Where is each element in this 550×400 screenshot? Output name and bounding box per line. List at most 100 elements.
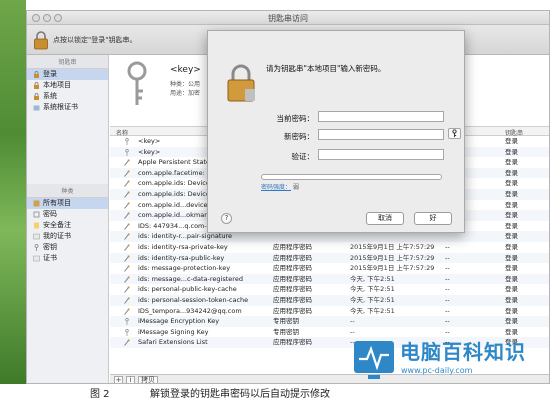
all-items-icon <box>33 200 40 207</box>
strength-label[interactable]: 密码强度： <box>261 184 291 191</box>
item-keychain-cell: 登录 <box>505 285 518 294</box>
new-password-label: 新密码： <box>284 132 314 141</box>
item-expires-cell: -- <box>445 285 450 294</box>
item-date-cell: 今天, 下午2:51 <box>350 285 395 294</box>
keychain-icon <box>34 93 39 100</box>
item-expires-cell: -- <box>445 317 450 326</box>
item-name-cell: iMessage Signing Key <box>138 327 209 336</box>
item-date-cell: 2015年9月1日 上午7:57:29 <box>350 242 435 251</box>
sidebar-item-keys[interactable]: 密钥 <box>27 242 108 253</box>
item-name-cell: ids: personal-public-key-cache <box>138 285 237 294</box>
ok-button[interactable]: 好 <box>414 212 452 225</box>
sidebar-item-label: 所有项目 <box>43 199 71 207</box>
sidebar-item-all-items[interactable]: 所有项目 <box>27 198 108 209</box>
password-strength-meter <box>261 174 442 180</box>
list-item[interactable]: ids: personal-session-token-cache 应用程序密码今… <box>110 294 549 306</box>
list-item[interactable]: iMessage Encryption Key 专用密钥 -- -- 登录 <box>110 316 549 327</box>
category-header: 种类 <box>27 184 108 198</box>
item-keychain-cell: 登录 <box>505 232 518 241</box>
item-name-cell: Safari Extensions List <box>138 338 208 347</box>
list-item[interactable]: ids: message...c-data-registered 应用程序密码 今天… <box>110 273 549 285</box>
watermark-name: 电脑百科知识 <box>400 340 526 364</box>
list-item[interactable]: ids: personal-public-key-cache 应用程序密码 今天, … <box>110 284 549 295</box>
list-item[interactable]: ids: identity-rsa-public-key 应用程序密码 2015年9… <box>110 252 549 264</box>
sidebar-item-label: 密钥 <box>43 243 57 251</box>
password-strength: 密码强度： 弱 <box>261 182 299 191</box>
sidebar-item-label: 本地项目 <box>43 81 71 89</box>
window-title: 钥匙串访问 <box>268 14 308 23</box>
item-keychain-cell: 登录 <box>505 295 518 304</box>
current-password-input[interactable] <box>318 111 444 122</box>
keychains-header: 钥匙串 <box>27 55 108 69</box>
add-item-button[interactable]: + <box>114 376 123 383</box>
current-password-label: 当前密码： <box>276 114 315 123</box>
change-password-dialog: 请为钥匙串"本地项目"输入新密码。 当前密码： 新密码： 验证： 密码强度： 弱… <box>207 30 465 233</box>
key-icon <box>34 244 39 251</box>
item-keychain-cell: 登录 <box>505 200 518 209</box>
lock-icon <box>227 64 255 102</box>
lock-icon[interactable] <box>33 30 49 50</box>
sidebar-item-label: 证书 <box>43 254 57 262</box>
caption-text: 解锁登录的钥匙串密码以后自动提示修改 <box>150 389 330 400</box>
usage-label: 用途： <box>170 90 189 97</box>
item-keychain-cell: 登录 <box>505 242 518 251</box>
lock-hint-text: 点按以锁定"登录"钥匙串。 <box>53 36 137 44</box>
key-icon <box>127 61 147 105</box>
list-item[interactable]: IDS_tempora...934242@qq.com 应用程序密码 今天, 下午2… <box>110 306 549 317</box>
item-keychain-cell: 登录 <box>505 253 518 262</box>
password-icon <box>124 337 132 350</box>
item-date-cell: 今天, 下午2:51 <box>350 295 395 304</box>
sidebar-item-system[interactable]: 系统 <box>27 91 108 102</box>
secure-note-icon <box>34 222 39 229</box>
item-name-cell: IDS_tempora...934242@qq.com <box>138 306 242 315</box>
kind-value: 公用 <box>188 81 201 88</box>
item-keychain-cell: 登录 <box>505 317 518 326</box>
item-expires-cell: -- <box>445 295 450 304</box>
item-name: <key> <box>170 65 201 75</box>
sidebar-item-label: 安全备注 <box>43 221 71 229</box>
sidebar-item-label: 系统根证书 <box>43 103 78 111</box>
item-expires-cell: -- <box>445 264 450 273</box>
list-item[interactable]: ids: identity-rsa-private-key 应用程序密码 2015年… <box>110 242 549 253</box>
item-keychain-cell: 登录 <box>505 274 518 283</box>
strength-value: 弱 <box>292 184 299 191</box>
figure-caption: 图 2 解锁登录的钥匙串密码以后自动提示修改 <box>0 384 550 400</box>
item-name-cell: iMessage Encryption Key <box>138 317 220 326</box>
item-name-cell: ids: message...c-data-registered <box>138 274 243 283</box>
item-keychain-cell: 登录 <box>505 189 518 198</box>
item-keychain-cell: 登录 <box>505 221 518 230</box>
cancel-button[interactable]: 取消 <box>366 212 404 225</box>
copy-button[interactable]: 拷贝 <box>138 376 158 383</box>
sidebar-item-my-certificates[interactable]: 我的证书 <box>27 231 108 242</box>
key-icon <box>452 129 457 138</box>
item-expires-cell: -- <box>445 253 450 262</box>
item-name-cell: ids: identity-rsa-public-key <box>138 253 225 262</box>
item-keychain-cell: 登录 <box>505 179 518 188</box>
sidebar-item-login[interactable]: 登录 <box>27 69 108 80</box>
verify-password-input[interactable] <box>318 149 444 160</box>
sidebar-item-passwords[interactable]: 密码 <box>27 209 108 220</box>
item-name-cell: ids: message-protection-key <box>138 264 231 273</box>
sidebar-item-secure-notes[interactable]: 安全备注 <box>27 220 108 231</box>
sidebar-item-local-items[interactable]: 本地项目 <box>27 80 108 91</box>
item-kind: 种类：公用 <box>170 79 200 88</box>
info-button[interactable]: i <box>126 376 135 383</box>
item-keychain-cell: 登录 <box>505 147 518 156</box>
item-keychain-cell: 登录 <box>505 211 518 220</box>
password-assistant-button[interactable] <box>448 128 461 139</box>
item-keychain-cell: 登录 <box>505 137 518 145</box>
new-password-input[interactable] <box>318 129 444 140</box>
watermark-url: www.pc-daily.com <box>401 366 473 375</box>
list-item[interactable]: ids: message-protection-key 应用程序密码 2015年9月… <box>110 263 549 274</box>
sidebar-item-system-roots[interactable]: 系统根证书 <box>27 102 108 113</box>
item-date-cell: -- <box>350 317 355 326</box>
sidebar-item-label: 系统 <box>43 92 57 100</box>
item-keychain-cell: 登录 <box>505 264 518 273</box>
sidebar-item-certificates[interactable]: 证书 <box>27 253 108 264</box>
help-button[interactable]: ? <box>221 213 232 224</box>
item-keychain-cell: 登录 <box>505 168 518 177</box>
sidebar-item-label: 我的证书 <box>43 232 71 240</box>
item-date-cell: 2015年9月1日 上午7:57:29 <box>350 253 435 262</box>
sidebar-item-label: 登录 <box>43 70 57 78</box>
sidebar: 钥匙串 登录 本地项目 系统 系统根证书 种类 所有项目 密码 安全备注 我的证… <box>27 55 109 383</box>
